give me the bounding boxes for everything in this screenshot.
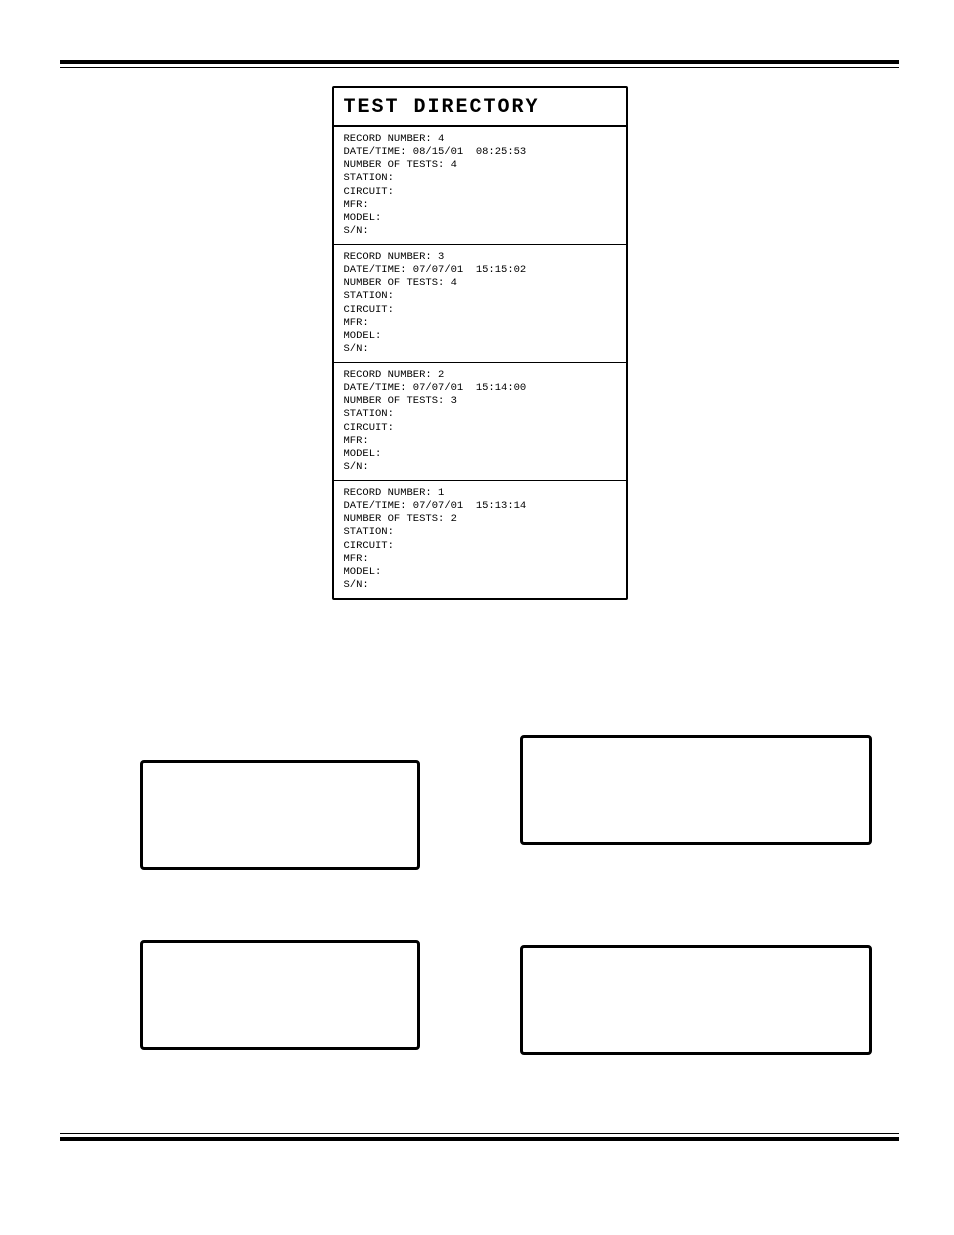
bottom-boxes-group bbox=[60, 735, 899, 1115]
bottom-rule bbox=[60, 1133, 899, 1141]
test-directory-printout: TEST DIRECTORY RECORD NUMBER: 4 DATE/TIM… bbox=[332, 86, 628, 600]
printout-record: RECORD NUMBER: 1 DATE/TIME: 07/07/01 15:… bbox=[334, 481, 626, 598]
placeholder-box-bottom-right bbox=[520, 945, 872, 1055]
printout-record: RECORD NUMBER: 2 DATE/TIME: 07/07/01 15:… bbox=[334, 363, 626, 481]
top-rule bbox=[60, 60, 899, 68]
placeholder-box-top-right bbox=[520, 735, 872, 845]
placeholder-box-top-left bbox=[140, 760, 420, 870]
printout-record: RECORD NUMBER: 4 DATE/TIME: 08/15/01 08:… bbox=[334, 127, 626, 245]
printout-title: TEST DIRECTORY bbox=[334, 88, 626, 127]
printout-record: RECORD NUMBER: 3 DATE/TIME: 07/07/01 15:… bbox=[334, 245, 626, 363]
placeholder-box-bottom-left bbox=[140, 940, 420, 1050]
